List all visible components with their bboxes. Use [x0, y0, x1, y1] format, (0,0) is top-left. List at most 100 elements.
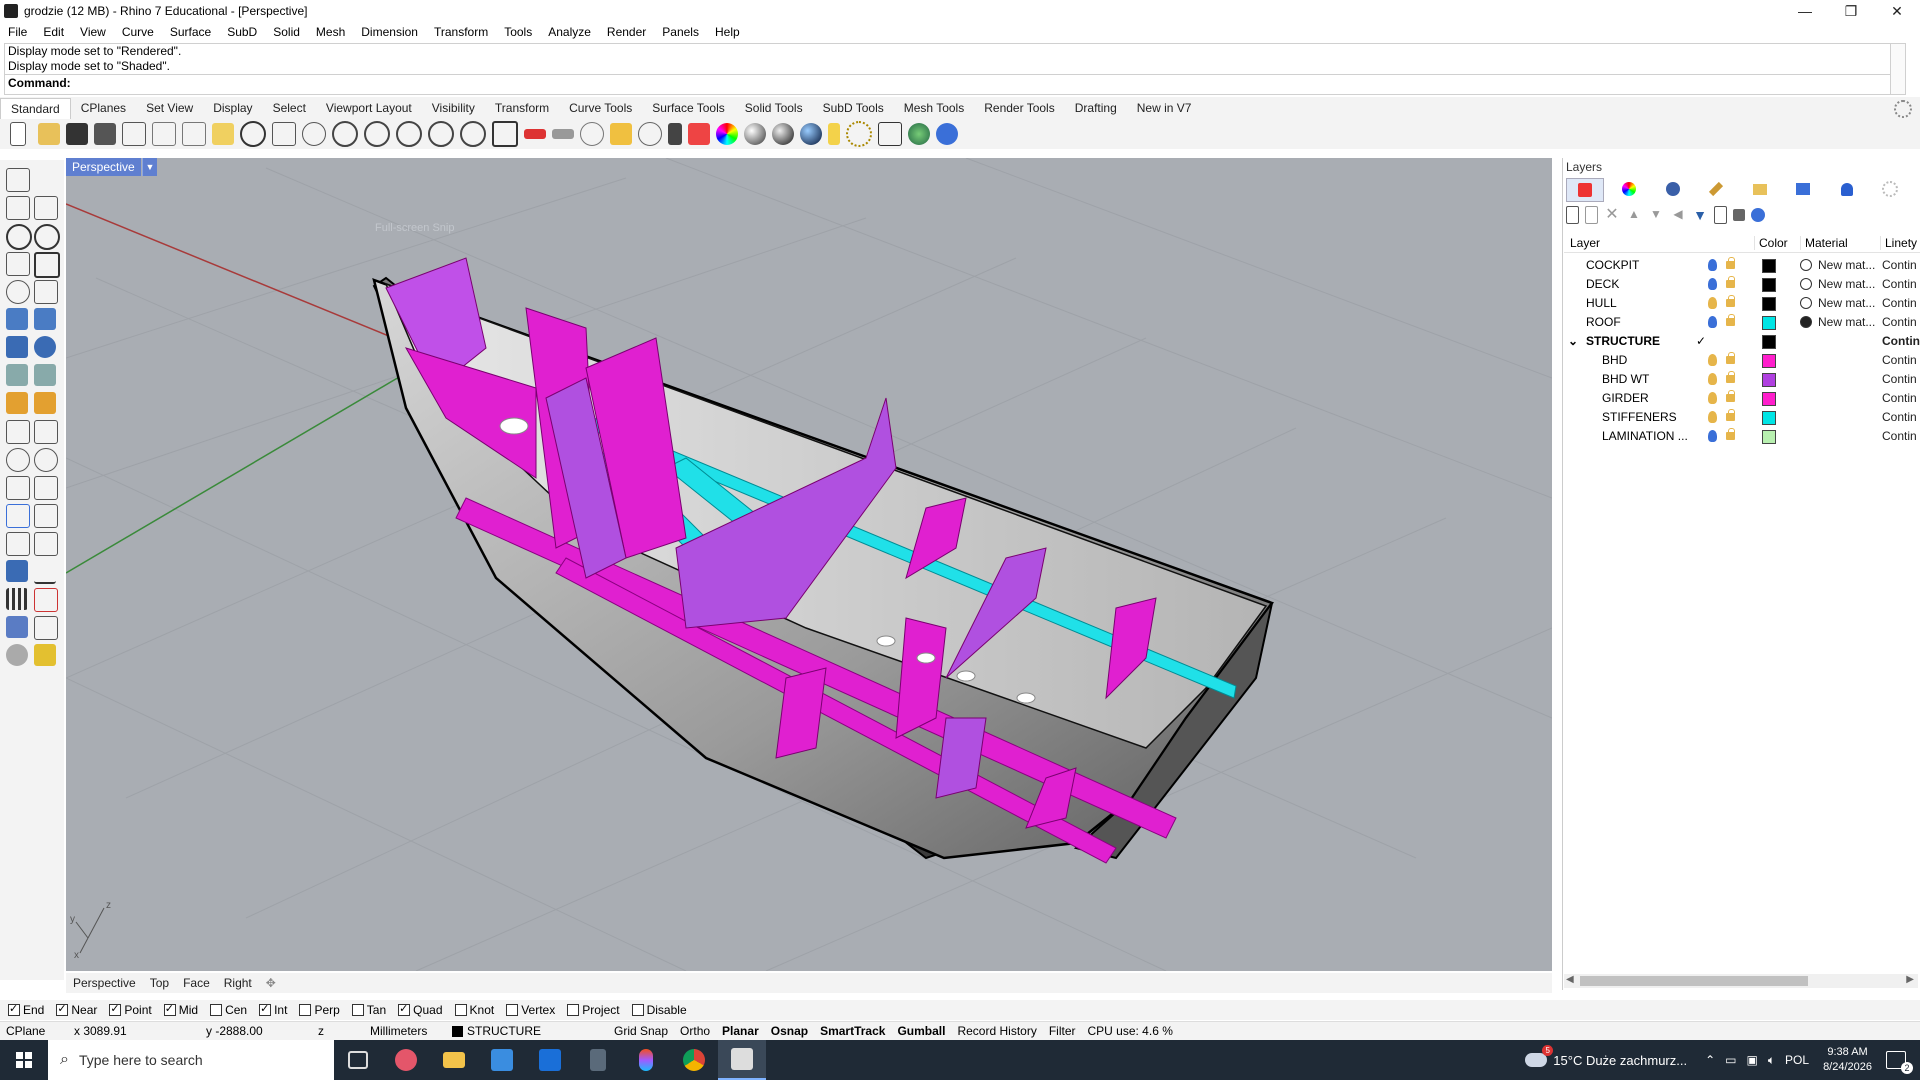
layers-tab-icon[interactable]	[1566, 178, 1604, 202]
globe-icon[interactable]	[908, 123, 930, 145]
osnap-int[interactable]: Int	[259, 1002, 287, 1017]
material-name[interactable]: New mat...	[1818, 296, 1875, 310]
scroll-thumb[interactable]	[1580, 976, 1808, 986]
layer-icon[interactable]	[688, 123, 710, 145]
menu-dimension[interactable]: Dimension	[353, 25, 426, 39]
material-name[interactable]: New mat...	[1818, 315, 1875, 329]
layer-row[interactable]: ⌄ STRUCTURE ✓ Contin	[1564, 332, 1920, 351]
menu-edit[interactable]: Edit	[35, 25, 72, 39]
unlock-icon[interactable]	[1726, 428, 1735, 440]
layer-name[interactable]: BHD	[1602, 353, 1627, 367]
display-tab-icon[interactable]	[1612, 178, 1648, 200]
scroll-right-icon[interactable]: ▶	[1906, 974, 1914, 985]
unlock-icon[interactable]	[1726, 314, 1735, 326]
ortho-toggle[interactable]: Ortho	[674, 1024, 716, 1038]
scroll-left-icon[interactable]: ◀	[1566, 974, 1574, 985]
visibility-bulb-icon[interactable]	[1708, 316, 1717, 328]
four-viewports-icon[interactable]	[492, 121, 518, 147]
layer-name[interactable]: STRUCTURE	[1586, 334, 1660, 348]
cplane-icon[interactable]	[580, 122, 604, 146]
layer-color-swatch[interactable]	[1762, 430, 1776, 444]
osnap-checkbox[interactable]	[299, 1004, 312, 1016]
layer-color-swatch[interactable]	[1762, 316, 1776, 330]
osnap-checkbox[interactable]	[454, 1004, 467, 1016]
tab-set-view[interactable]: Set View	[136, 98, 203, 118]
osnap-checkbox[interactable]	[109, 1002, 122, 1016]
layer-linetype[interactable]: Contin	[1882, 277, 1917, 291]
viewport-title[interactable]: Perspective	[66, 158, 141, 176]
trim-icon[interactable]	[6, 420, 30, 444]
viewport-tab-perspective[interactable]: Perspective	[66, 976, 143, 990]
properties-tab-icon[interactable]	[1655, 178, 1691, 200]
tab-mesh-tools[interactable]: Mesh Tools	[894, 98, 974, 118]
menu-panels[interactable]: Panels	[654, 25, 707, 39]
zoom-extents-icon[interactable]	[396, 121, 422, 147]
weather-text[interactable]: 15°C Duże zachmurz...	[1553, 1053, 1687, 1068]
layer-color-swatch[interactable]	[1762, 297, 1776, 311]
status-units[interactable]: Millimeters	[364, 1024, 446, 1038]
tab-surface-tools[interactable]: Surface Tools	[642, 98, 735, 118]
shaded-sphere-icon[interactable]	[744, 123, 766, 145]
status-cplane[interactable]: CPlane	[0, 1024, 68, 1038]
options-gear-icon[interactable]	[846, 121, 872, 147]
layer-name[interactable]: HULL	[1586, 296, 1617, 310]
visibility-bulb-icon[interactable]	[1708, 392, 1717, 404]
viewport-tab-top[interactable]: Top	[143, 976, 176, 990]
grid-snap-toggle[interactable]: Grid Snap	[608, 1024, 674, 1038]
osnap-end[interactable]: End	[8, 1002, 44, 1017]
lock-icon[interactable]	[668, 123, 682, 145]
figma-icon[interactable]	[622, 1040, 670, 1080]
undo-view-icon[interactable]	[460, 121, 486, 147]
network-icon[interactable]: ▣	[1747, 1053, 1758, 1067]
analyze-icon[interactable]	[6, 644, 28, 666]
command-input[interactable]: Command:	[5, 74, 1905, 92]
helicopter-icon[interactable]	[552, 129, 574, 139]
dimension-icon[interactable]	[878, 122, 902, 146]
menu-analyze[interactable]: Analyze	[540, 25, 599, 39]
ellipse-icon[interactable]	[34, 224, 60, 250]
osnap-tan[interactable]: Tan	[351, 1003, 386, 1017]
osnap-point[interactable]: Point	[109, 1002, 152, 1017]
zoom-window-icon[interactable]	[364, 121, 390, 147]
volume-icon[interactable]: 🔈︎	[1768, 1053, 1775, 1068]
layer-linetype[interactable]: Contin	[1882, 353, 1917, 367]
move-icon[interactable]	[34, 504, 58, 528]
boolean-icon[interactable]	[34, 336, 56, 358]
ungroup-icon[interactable]	[34, 448, 58, 472]
layer-linetype[interactable]: Contin	[1882, 372, 1917, 386]
new-layer-icon[interactable]	[1566, 206, 1579, 224]
libraries-tab-icon[interactable]	[1742, 178, 1778, 200]
text-icon[interactable]	[6, 504, 30, 528]
osnap-checkbox[interactable]	[506, 1004, 519, 1016]
unlock-icon[interactable]	[1726, 409, 1735, 421]
layer-color-swatch[interactable]	[1762, 259, 1776, 273]
column-material[interactable]: Material	[1800, 236, 1848, 250]
osnap-toggle[interactable]: Osnap	[765, 1024, 814, 1038]
minimize-button[interactable]: —	[1782, 3, 1828, 20]
select-points-icon[interactable]	[610, 123, 632, 145]
layer-row[interactable]: GIRDER Contin	[1564, 389, 1920, 408]
material-swatch[interactable]	[1800, 278, 1812, 290]
menu-render[interactable]: Render	[599, 25, 654, 39]
mirror-icon[interactable]	[34, 532, 58, 556]
car-icon[interactable]	[524, 129, 546, 139]
notifications-tab-icon[interactable]	[1829, 178, 1865, 200]
visibility-bulb-icon[interactable]	[1708, 354, 1717, 366]
print-icon[interactable]	[94, 123, 116, 145]
rectangle-icon[interactable]	[34, 252, 60, 278]
polyline-icon[interactable]	[6, 196, 30, 220]
light-icon[interactable]	[828, 123, 840, 145]
viewport-menu-chevron-down-icon[interactable]: ▼	[142, 158, 157, 176]
layer-name[interactable]: LAMINATION ...	[1602, 429, 1688, 443]
copy-window-icon[interactable]	[122, 122, 146, 146]
layer-states-icon[interactable]	[1714, 206, 1727, 224]
visibility-bulb-icon[interactable]	[1708, 430, 1717, 442]
osnap-checkbox[interactable]	[567, 1004, 580, 1016]
layer-color-swatch[interactable]	[1762, 411, 1776, 425]
weather-icon[interactable]: 5	[1525, 1045, 1554, 1067]
polygon-icon[interactable]	[6, 280, 30, 304]
chevron-up-icon[interactable]: ⌃	[1705, 1053, 1715, 1067]
material-swatch[interactable]	[1800, 297, 1812, 309]
split-icon[interactable]	[34, 420, 58, 444]
tab-viewport-layout[interactable]: Viewport Layout	[316, 98, 422, 118]
